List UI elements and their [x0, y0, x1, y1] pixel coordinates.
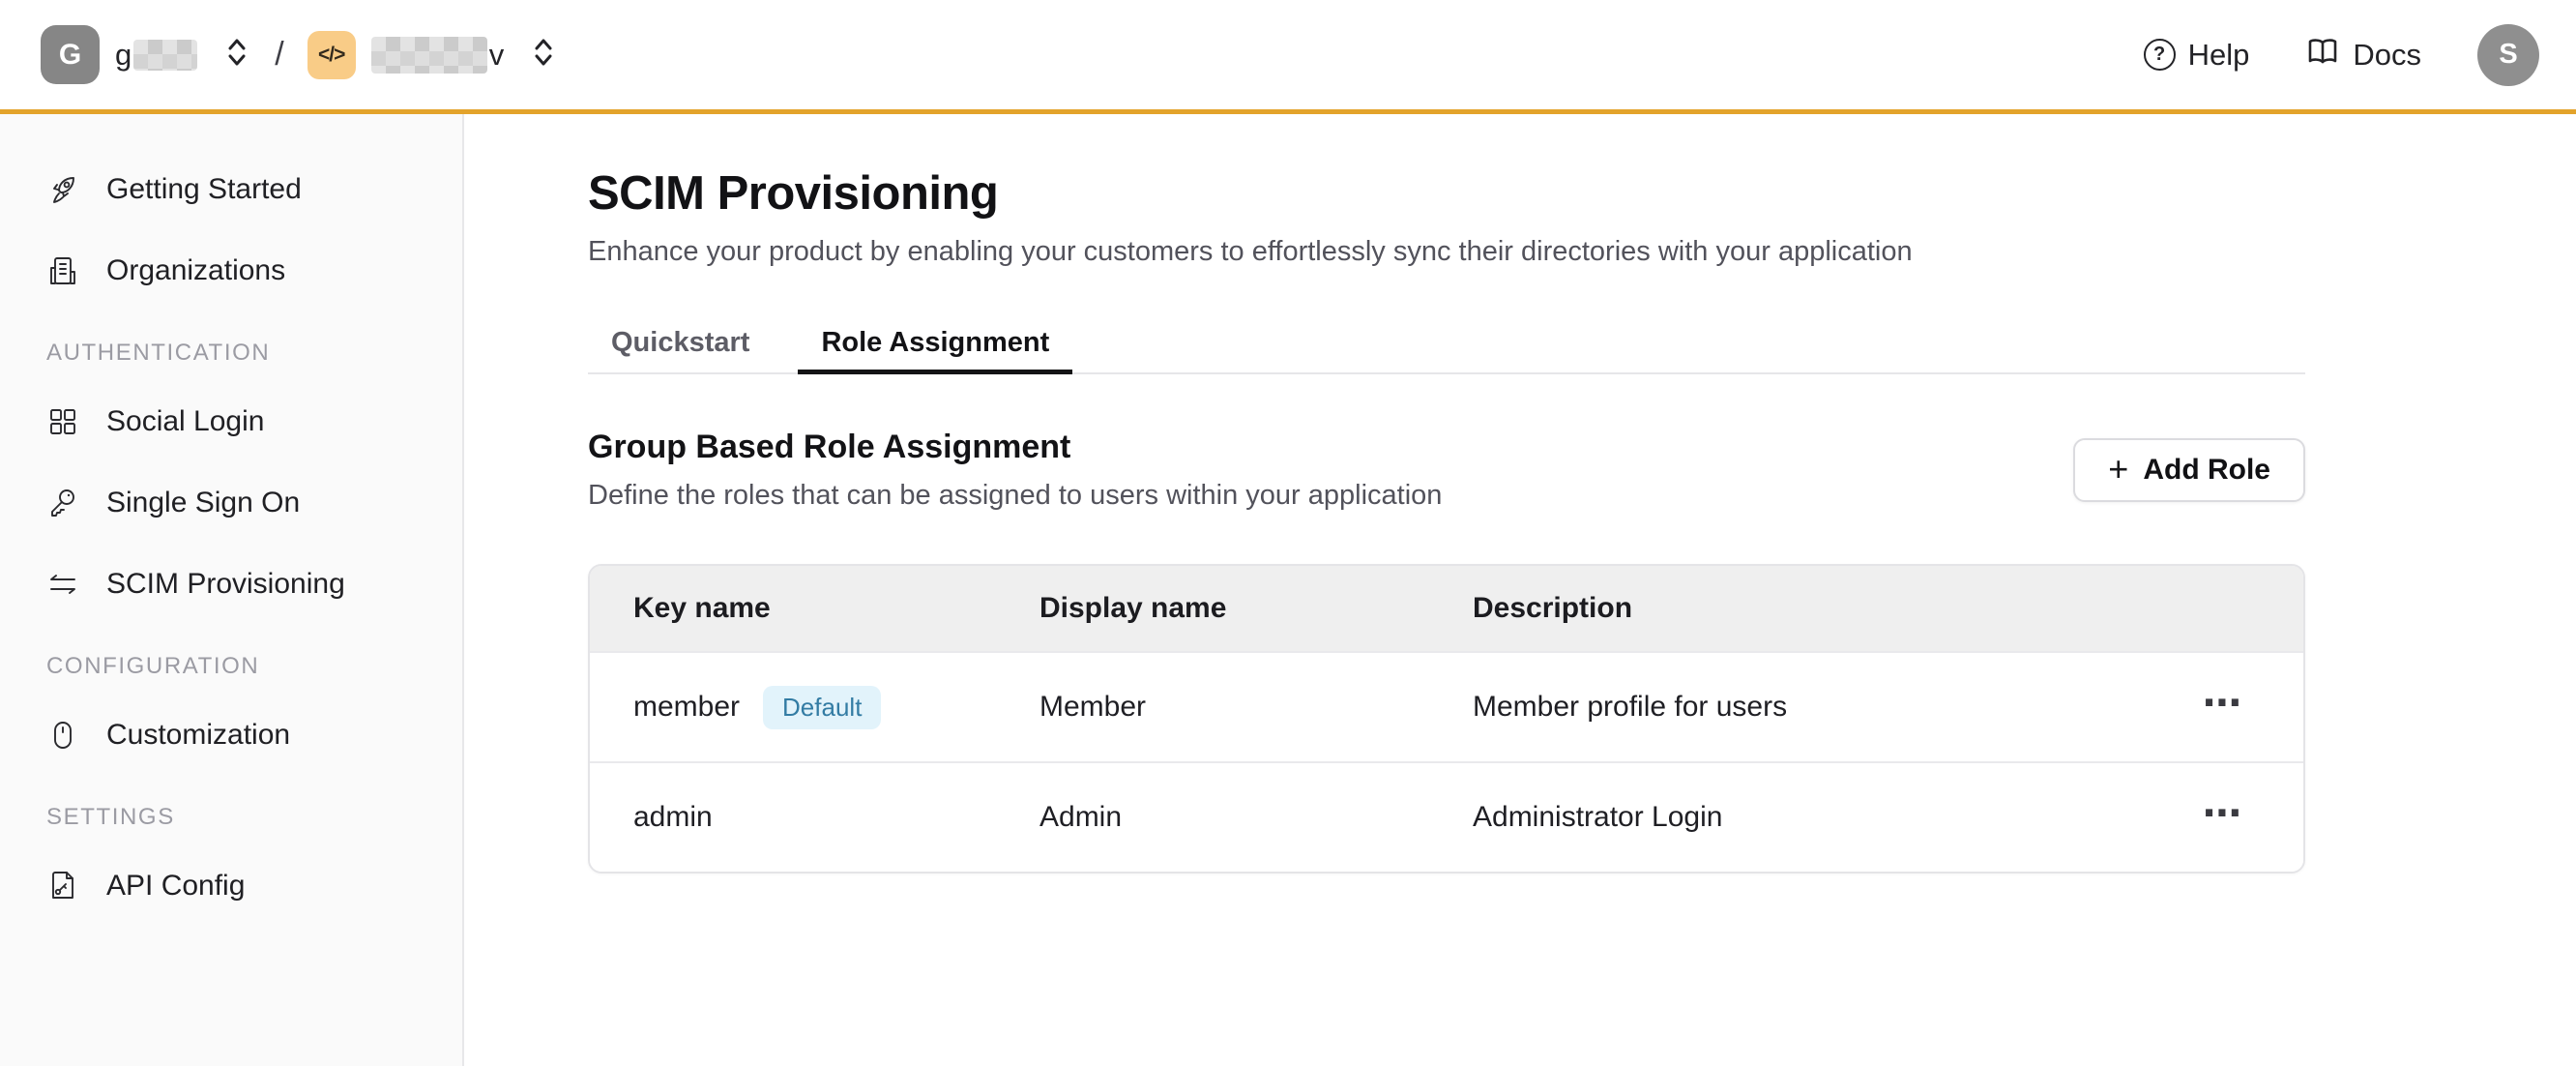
plus-icon: +	[2108, 452, 2128, 487]
project-name-suffix: v	[489, 38, 505, 73]
sync-arrows-icon	[46, 568, 79, 601]
sidebar-item-single-sign-on[interactable]: Single Sign On	[46, 474, 462, 532]
table-header-row: Key name Display name Description	[590, 566, 2303, 651]
grid-icon	[46, 405, 79, 438]
table-row: member Default Member Member profile for…	[590, 651, 2303, 761]
section-description: Define the roles that can be assigned to…	[588, 480, 1442, 512]
sidebar-item-organizations[interactable]: Organizations	[46, 242, 462, 300]
redacted-project-name	[371, 37, 487, 74]
column-header-description: Description	[1473, 592, 2120, 625]
sidebar-item-social-login[interactable]: Social Login	[46, 393, 462, 451]
row-menu-ellipsis-icon[interactable]: ⋯	[2203, 792, 2243, 835]
column-header-key-name: Key name	[633, 592, 1039, 625]
workspace-name-prefix: g	[115, 38, 132, 73]
tab-quickstart[interactable]: Quickstart	[588, 312, 773, 372]
top-bar: G g / </> v	[0, 0, 2576, 114]
add-role-button-label: Add Role	[2143, 454, 2270, 487]
page-title: SCIM Provisioning	[588, 166, 2305, 221]
chevron-updown-icon[interactable]	[529, 36, 558, 74]
workspace-switcher[interactable]: G g	[41, 25, 251, 84]
help-icon: ?	[2144, 39, 2176, 71]
role-description: Administrator Login	[1473, 801, 2120, 834]
row-menu-ellipsis-icon[interactable]: ⋯	[2203, 682, 2243, 725]
workspace-name: g	[115, 38, 197, 73]
docs-link[interactable]: Docs	[2305, 35, 2421, 75]
project-name: v	[371, 37, 505, 74]
sidebar-item-label: API Config	[106, 870, 245, 903]
role-key: admin	[633, 801, 713, 834]
key-icon	[46, 487, 79, 519]
breadcrumb-separator: /	[275, 36, 283, 74]
help-link[interactable]: ? Help	[2144, 38, 2250, 73]
sidebar-item-label: Social Login	[106, 405, 264, 438]
code-icon: </>	[307, 31, 356, 79]
sidebar-item-api-config[interactable]: API Config	[46, 857, 462, 915]
default-badge: Default	[763, 686, 881, 729]
add-role-button[interactable]: + Add Role	[2073, 438, 2305, 502]
sidebar-item-label: Getting Started	[106, 173, 302, 206]
sidebar-section-configuration: CONFIGURATION	[46, 652, 462, 681]
sidebar-item-label: Organizations	[106, 254, 285, 287]
sidebar-item-scim-provisioning[interactable]: SCIM Provisioning	[46, 555, 462, 613]
user-avatar[interactable]: S	[2477, 24, 2539, 86]
tab-bar: Quickstart Role Assignment	[588, 312, 2305, 374]
book-icon	[2305, 35, 2340, 75]
docs-label: Docs	[2353, 38, 2421, 73]
rocket-icon	[46, 173, 79, 206]
roles-table: Key name Display name Description member…	[588, 564, 2305, 874]
sidebar-item-label: SCIM Provisioning	[106, 568, 345, 601]
role-key: member	[633, 691, 740, 724]
mouse-icon	[46, 719, 79, 752]
table-row: admin Admin Administrator Login ⋯	[590, 761, 2303, 872]
redacted-workspace-name	[133, 40, 197, 71]
workspace-logo: G	[41, 25, 100, 84]
role-display-name: Member	[1039, 691, 1473, 724]
help-label: Help	[2188, 38, 2250, 73]
building-icon	[46, 254, 79, 287]
main-content: SCIM Provisioning Enhance your product b…	[464, 114, 2576, 1066]
sidebar-item-customization[interactable]: Customization	[46, 706, 462, 764]
role-display-name: Admin	[1039, 801, 1473, 834]
sidebar-item-getting-started[interactable]: Getting Started	[46, 161, 462, 219]
sidebar-section-authentication: AUTHENTICATION	[46, 339, 462, 368]
chevron-updown-icon[interactable]	[222, 36, 251, 74]
project-switcher[interactable]: </> v	[307, 31, 559, 79]
column-header-display-name: Display name	[1039, 592, 1473, 625]
sidebar-item-label: Single Sign On	[106, 487, 300, 519]
section-heading: Group Based Role Assignment	[588, 429, 1442, 466]
sidebar-section-settings: SETTINGS	[46, 803, 462, 832]
tab-role-assignment[interactable]: Role Assignment	[798, 312, 1072, 372]
sidebar-item-label: Customization	[106, 719, 290, 752]
file-key-icon	[46, 870, 79, 903]
sidebar: Getting Started Organizations AUTHENTICA…	[0, 114, 464, 1066]
section-header: Group Based Role Assignment Define the r…	[588, 429, 1442, 512]
role-description: Member profile for users	[1473, 691, 2120, 724]
page-subtitle: Enhance your product by enabling your cu…	[588, 236, 2305, 268]
